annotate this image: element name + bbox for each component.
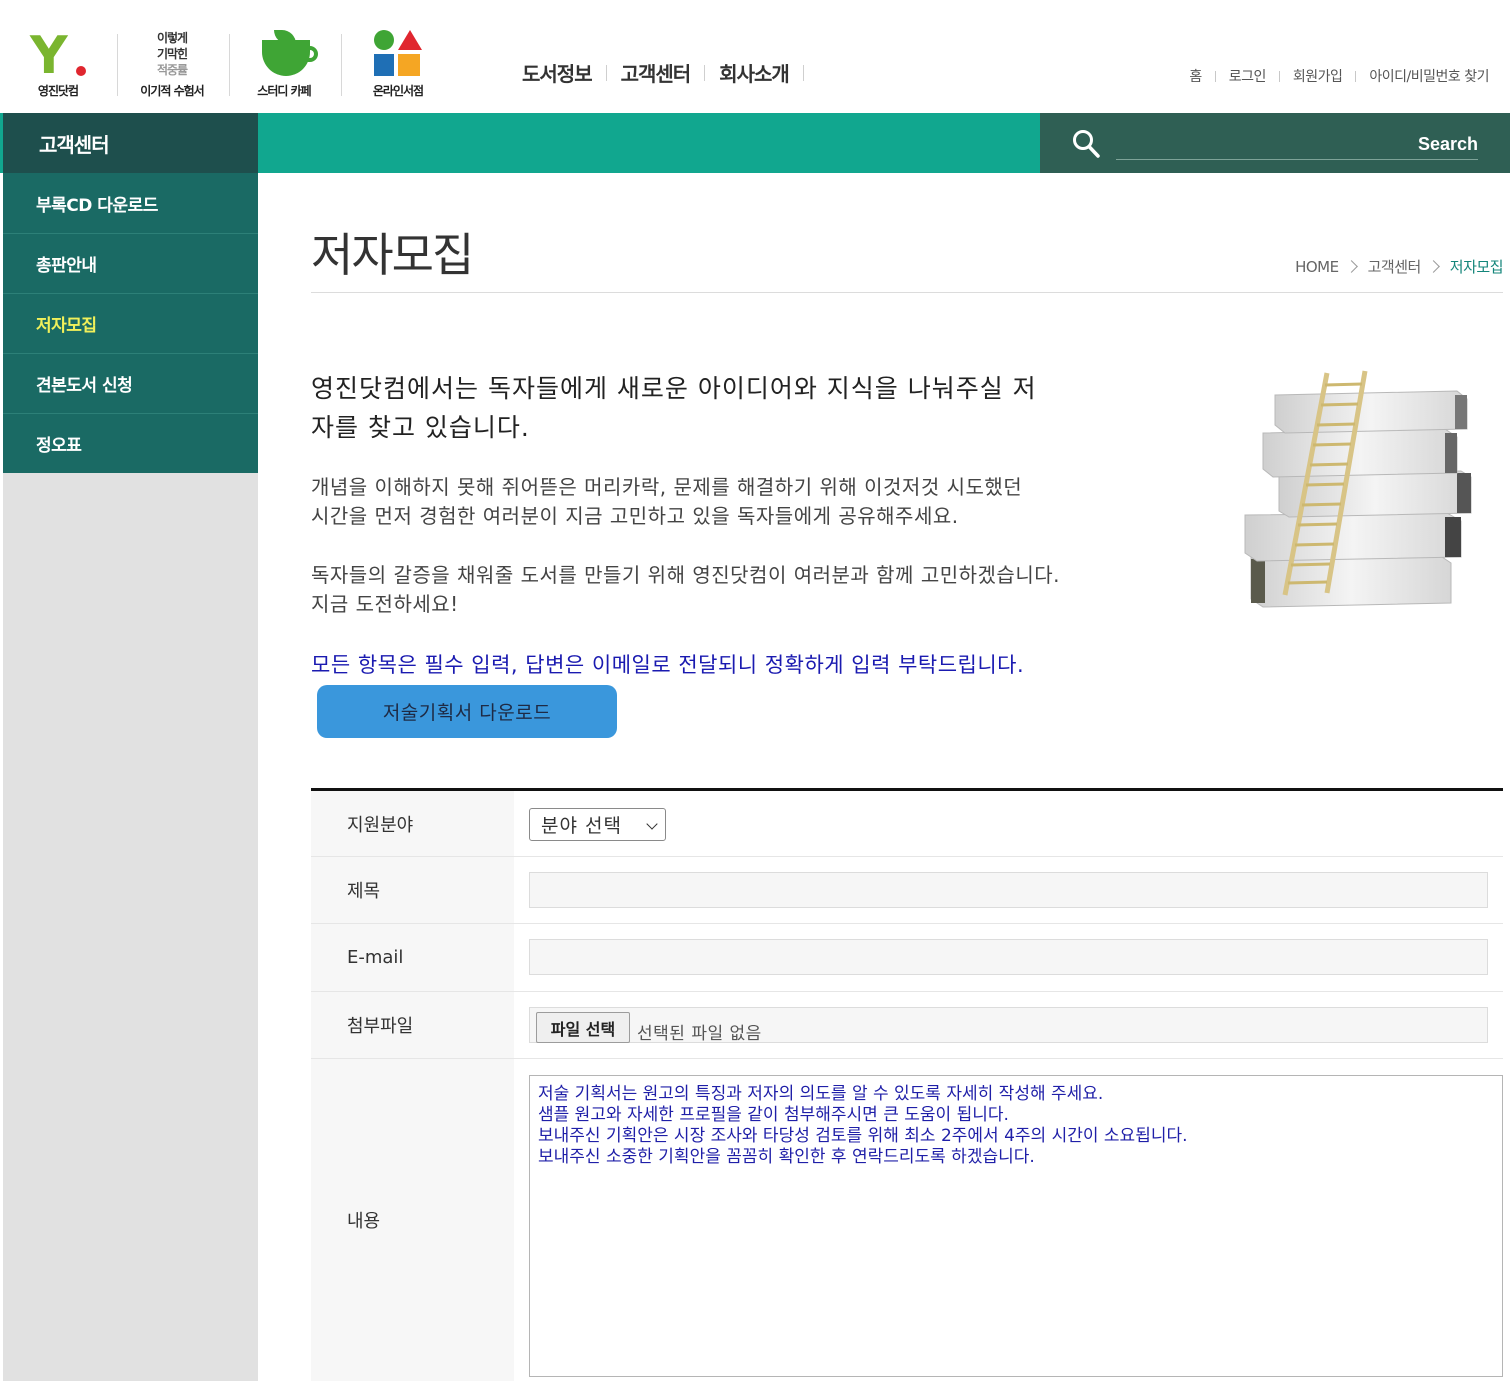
utility-nav: 홈 로그인 회원가입 아이디/비밀번호 찾기 xyxy=(1176,66,1502,86)
file-status: 선택된 파일 없음 xyxy=(637,1024,762,1044)
intro-paragraph: 독자들의 갈증을 채워줄 도서를 만들기 위해 영진닷컴이 여러분과 함께 고민… xyxy=(311,561,1231,619)
global-nav: 도서정보 고객센터 회사소개 xyxy=(508,58,804,87)
search-underline xyxy=(1116,159,1478,160)
intro-line: 지금 도전하세요! xyxy=(311,592,459,616)
util-login-link[interactable]: 로그인 xyxy=(1216,66,1279,86)
util-find-account-link[interactable]: 아이디/비밀번호 찾기 xyxy=(1356,66,1502,86)
email-label: E-mail xyxy=(311,924,514,991)
title-label: 제목 xyxy=(311,857,514,923)
gnb-customer-center[interactable]: 고객센터 xyxy=(607,58,705,87)
logo-divider xyxy=(117,34,118,96)
igijeok-logo[interactable]: 이렇게 기막힌 적중률 이기적 수험서 xyxy=(120,28,224,98)
title-divider xyxy=(311,292,1503,293)
books-ladder-illustration xyxy=(1244,370,1472,608)
study-cafe-logo[interactable]: 스터디 카페 xyxy=(232,28,336,98)
required-notice: 모든 항목은 필수 입력, 답변은 이메일로 전달되니 정확하게 입력 부탁드립… xyxy=(311,653,1025,677)
logo-slogan: 이렇게 기막힌 적중률 xyxy=(120,30,224,78)
form-row-content: 내용 저술 기획서는 원고의 특징과 저자의 의도를 알 수 있도록 자세히 작… xyxy=(311,1059,1503,1381)
search-input[interactable]: Search xyxy=(1418,134,1478,155)
logo-caption: 영진닷컴 xyxy=(37,84,79,98)
util-signup-link[interactable]: 회원가입 xyxy=(1280,66,1356,86)
gnb-book-info[interactable]: 도서정보 xyxy=(508,58,606,87)
content-line: 보내주신 기획안은 시장 조사와 타당성 검토를 위해 최소 2주에서 4주의 … xyxy=(538,1126,1188,1146)
intro-line: 개념을 이해하지 못해 쥐어뜯은 머리카락, 문제를 해결하기 위해 이것저것 … xyxy=(311,475,1023,499)
content-line: 보내주신 소중한 기획안을 꼼꼼히 확인한 후 연락드리도록 하겠습니다. xyxy=(538,1147,1035,1167)
file-select-button[interactable]: 파일 선택 xyxy=(536,1012,630,1043)
util-home-link[interactable]: 홈 xyxy=(1176,66,1214,86)
intro-line: 시간을 먼저 경험한 여러분이 지금 고민하고 있을 독자들에게 공유해주세요. xyxy=(311,504,959,528)
slogan-line: 기막힌 xyxy=(156,47,188,61)
slogan-line: 적중률 xyxy=(156,63,188,77)
page-title: 저자모집 xyxy=(311,228,474,282)
content-line: 저술 기획서는 원고의 특징과 저자의 의도를 알 수 있도록 자세히 작성해 … xyxy=(538,1084,1104,1104)
slogan-line: 이렇게 xyxy=(156,31,188,45)
youngjin-logo[interactable]: Y 영진닷컴 xyxy=(6,28,110,98)
chevron-right-icon xyxy=(1344,260,1358,273)
intro-line: 독자들의 갈증을 채워줄 도서를 만들기 위해 영진닷컴이 여러분과 함께 고민… xyxy=(311,563,1060,587)
sidebar-item-author-recruit[interactable]: 저자모집 xyxy=(3,293,258,353)
section-title-box: 고객센터 xyxy=(3,113,258,173)
cup-icon xyxy=(262,40,310,76)
breadcrumb-customer-center[interactable]: 고객센터 xyxy=(1368,256,1422,277)
title-input[interactable] xyxy=(529,872,1488,908)
content-label: 내용 xyxy=(311,1059,514,1381)
gnb-company[interactable]: 회사소개 xyxy=(705,58,803,87)
proposal-download-button[interactable]: 저술기획서 다운로드 xyxy=(317,685,617,738)
y-logo-mark: Y xyxy=(30,26,68,86)
logo-divider xyxy=(341,34,342,96)
breadcrumb: HOME 고객센터 저자모집 xyxy=(1295,256,1503,277)
section-title: 고객센터 xyxy=(39,133,110,157)
field-select[interactable]: 분야 선택 xyxy=(529,808,666,841)
sidebar-item-sample-book[interactable]: 견본도서 신청 xyxy=(3,353,258,413)
chevron-down-icon xyxy=(646,818,658,830)
breadcrumb-current: 저자모집 xyxy=(1449,258,1504,276)
online-bookstore-logo[interactable]: 온라인서점 xyxy=(346,28,450,98)
sidebar-item-cd-download[interactable]: 부록CD 다운로드 xyxy=(3,173,258,233)
logo-caption: 이기적 수험서 xyxy=(140,84,204,98)
field-label: 지원분야 xyxy=(311,791,514,856)
shapes-icon xyxy=(372,30,424,78)
logo-divider xyxy=(229,34,230,96)
sidebar-item-distributor[interactable]: 총판안내 xyxy=(3,233,258,293)
file-label: 첨부파일 xyxy=(311,992,514,1058)
content-textarea[interactable]: 저술 기획서는 원고의 특징과 저자의 의도를 알 수 있도록 자세히 작성해 … xyxy=(529,1075,1503,1377)
intro-heading-line: 자를 찾고 있습니다. xyxy=(311,413,530,442)
logo-caption: 온라인서점 xyxy=(372,84,424,98)
chevron-right-icon xyxy=(1426,260,1440,273)
side-menu: 부록CD 다운로드 총판안내 저자모집 견본도서 신청 정오표 xyxy=(3,173,258,1381)
nav-separator xyxy=(802,64,804,81)
file-input: 파일 선택 선택된 파일 없음 xyxy=(529,1007,1488,1044)
logo-red-dot xyxy=(76,66,86,76)
content-line: 샘플 원고와 자세한 프로필을 같이 첨부해주시면 큰 도움이 됩니다. xyxy=(538,1105,1009,1125)
cup-handle-icon xyxy=(304,46,318,62)
breadcrumb-home[interactable]: HOME xyxy=(1295,258,1339,276)
intro-heading: 영진닷컴에서는 독자들에게 새로운 아이디어와 지식을 나눠주실 저 자를 찾고… xyxy=(311,369,1171,447)
intro-paragraph: 개념을 이해하지 못해 쥐어뜯은 머리카락, 문제를 해결하기 위해 이것저것 … xyxy=(311,473,1211,531)
logo-caption: 스터디 카페 xyxy=(257,84,311,98)
field-select-value: 분야 선택 xyxy=(541,815,622,837)
form-row-file: 첨부파일 파일 선택 선택된 파일 없음 xyxy=(311,992,1503,1059)
form-row-title: 제목 xyxy=(311,857,1503,924)
email-input[interactable] xyxy=(529,939,1488,975)
search-box[interactable]: Search xyxy=(1040,113,1510,173)
site-header: Y 영진닷컴 이렇게 기막힌 적중률 이기적 수험서 스터디 카페 온라인서점 … xyxy=(0,0,1510,113)
form-row-field: 지원분야 분야 선택 xyxy=(311,791,1503,857)
form-row-email: E-mail xyxy=(311,924,1503,992)
search-icon[interactable] xyxy=(1072,129,1100,159)
sidebar-item-errata[interactable]: 정오표 xyxy=(3,413,258,473)
intro-heading-line: 영진닷컴에서는 독자들에게 새로운 아이디어와 지식을 나눠주실 저 xyxy=(311,374,1037,403)
